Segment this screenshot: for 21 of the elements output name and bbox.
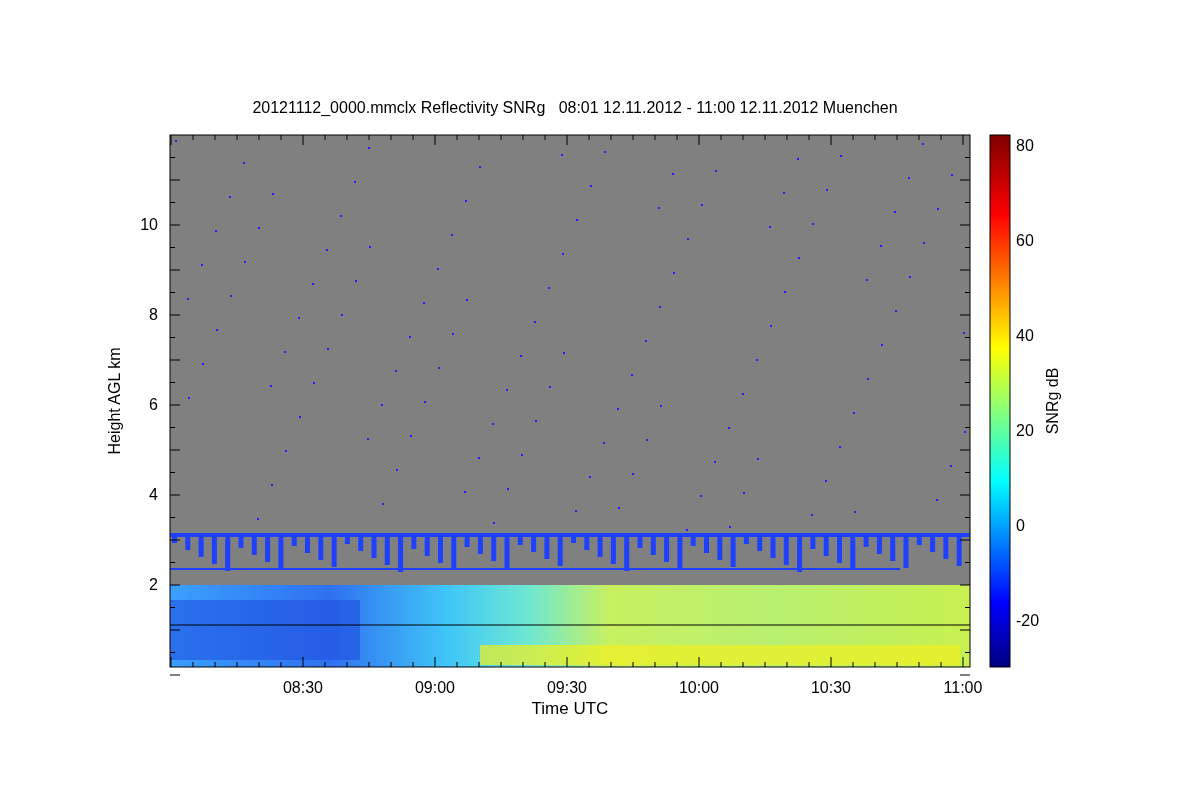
y-tick-label: 6 bbox=[149, 396, 158, 413]
y-axis-label: Height AGL km bbox=[106, 347, 123, 455]
colorbar-tick-label: 0 bbox=[1016, 517, 1025, 534]
colorbar-tick-label: 80 bbox=[1016, 137, 1034, 154]
x-tick-label: 10:30 bbox=[811, 679, 851, 696]
x-axis-label: Time UTC bbox=[531, 699, 609, 718]
x-tick-label: 09:00 bbox=[415, 679, 455, 696]
x-tick-label: 09:30 bbox=[547, 679, 587, 696]
colorbar-tick-label: 60 bbox=[1016, 232, 1034, 249]
x-tick-label: 10:00 bbox=[679, 679, 719, 696]
y-tick-label: 2 bbox=[149, 576, 158, 593]
x-tick-label: 11:00 bbox=[943, 679, 983, 696]
chart-title: 20121112_0000.mmclx Reflectivity SNRg 08:01 12.11.2012 - 11:00 12.11.2012 Muenchen bbox=[252, 99, 898, 116]
colorbar-tick-label: 20 bbox=[1016, 422, 1034, 439]
y-tick-label: 8 bbox=[149, 306, 158, 323]
colorbar-tick-label: -20 bbox=[1016, 612, 1040, 629]
colorbar-label: SNRg dB bbox=[1044, 367, 1061, 435]
y-tick-label: 10 bbox=[140, 216, 158, 233]
y-tick-label: 4 bbox=[149, 486, 158, 503]
x-tick-label: 08:30 bbox=[283, 679, 323, 696]
colorbar-tick-label: 40 bbox=[1016, 327, 1034, 344]
